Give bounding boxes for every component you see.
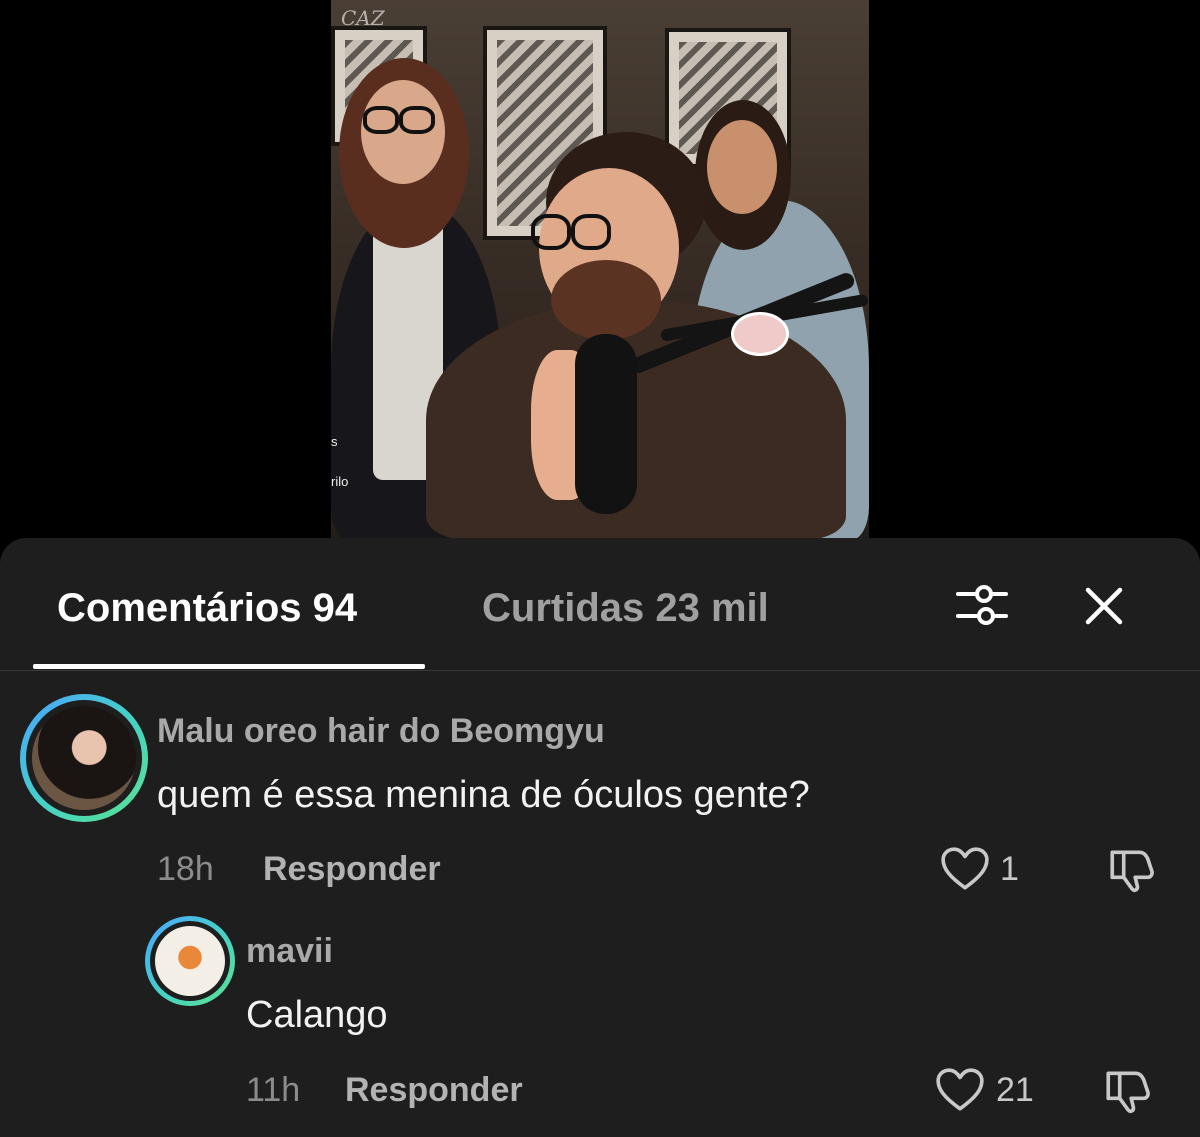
close-icon[interactable] [1080,584,1128,628]
microphone [575,334,637,514]
person-woman-glasses-right [399,106,435,134]
thumbs-down-outline-icon[interactable] [1102,1065,1152,1115]
tab-likes[interactable]: Curtidas 23 mil [482,586,769,631]
person-main-glasses-left [531,214,571,250]
thumbs-down-outline-icon[interactable] [1106,844,1156,894]
person-main-glasses-right [571,214,611,250]
reply-button[interactable]: Responder [345,1071,523,1110]
tab-bar: Comentários 94 Curtidas 23 mil [0,538,1200,671]
heart-outline-icon[interactable] [940,846,990,892]
person-man-back-face [707,120,777,214]
video-watermark: CAZ [341,6,385,30]
video-frame[interactable]: CAZ s rilo [331,0,869,540]
avatar[interactable] [145,916,235,1006]
comment-item: Malu oreo hair do Beomgyu quem é essa me… [0,688,1200,898]
comment-item: mavii Calango 11h Responder 21 [0,916,1200,1136]
comment-timestamp: 18h [157,850,214,888]
reply-button[interactable]: Responder [263,850,441,889]
video-side-text: rilo [331,474,349,489]
comment-text: Calango [246,994,388,1036]
video-player[interactable]: CAZ s rilo [0,0,1200,540]
like-count: 1 [1000,850,1019,888]
avatar-image [32,706,136,810]
heart-outline-icon[interactable] [935,1067,985,1113]
comment-timestamp: 11h [246,1071,301,1109]
active-tab-indicator [33,664,425,669]
avatar-image [155,926,225,996]
tab-comments[interactable]: Comentários 94 [57,586,357,631]
person-woman-glasses-left [363,106,399,134]
comment-text: quem é essa menina de óculos gente? [157,774,810,816]
person-main-beard [551,260,661,340]
video-side-text: s [331,434,338,449]
comment-username[interactable]: Malu oreo hair do Beomgyu [157,712,605,751]
sliders-icon[interactable] [954,582,1010,628]
comment-username[interactable]: mavii [246,932,333,971]
comments-sheet: Comentários 94 Curtidas 23 mil Malu oreo… [0,538,1200,1137]
mic-sticker [731,312,789,356]
avatar[interactable] [20,694,148,822]
like-count: 21 [996,1071,1034,1109]
